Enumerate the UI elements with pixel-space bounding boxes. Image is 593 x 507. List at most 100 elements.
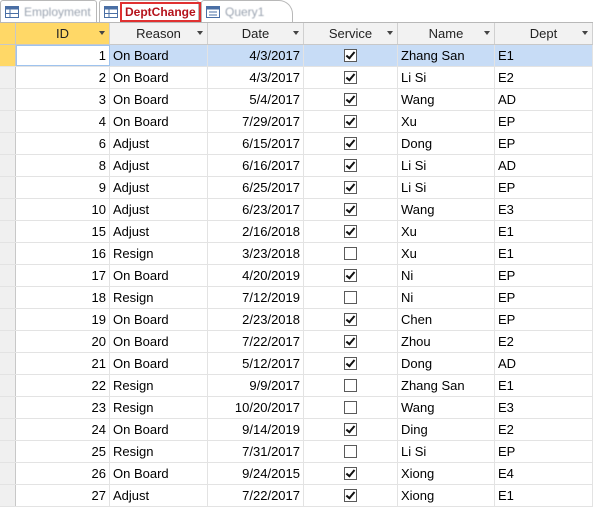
column-dropdown-icon[interactable] (197, 31, 203, 35)
cell-date[interactable]: 2/16/2018 (208, 221, 304, 242)
table-row[interactable]: 27 Adjust 7/22/2017 Xiong E1 (0, 485, 593, 507)
cell-name[interactable]: Xu (398, 221, 495, 242)
cell-reason[interactable]: On Board (110, 89, 208, 110)
cell-service[interactable] (304, 221, 398, 242)
cell-id[interactable]: 16 (16, 243, 110, 264)
service-checkbox[interactable] (344, 423, 357, 437)
cell-id[interactable]: 17 (16, 265, 110, 286)
cell-date[interactable]: 7/12/2019 (208, 287, 304, 308)
cell-reason[interactable]: Resign (110, 397, 208, 418)
cell-date[interactable]: 4/20/2019 (208, 265, 304, 286)
cell-dept[interactable]: E3 (495, 199, 593, 220)
record-selector[interactable] (0, 155, 16, 176)
cell-reason[interactable]: Resign (110, 441, 208, 462)
cell-service[interactable] (304, 441, 398, 462)
cell-service[interactable] (304, 133, 398, 154)
cell-service[interactable] (304, 111, 398, 132)
cell-dept[interactable]: AD (495, 353, 593, 374)
record-selector[interactable] (0, 309, 16, 330)
cell-reason[interactable]: Resign (110, 287, 208, 308)
service-checkbox[interactable] (344, 269, 357, 283)
cell-name[interactable]: Li Si (398, 177, 495, 198)
record-selector[interactable] (0, 199, 16, 220)
cell-name[interactable]: Xiong (398, 485, 495, 506)
record-selector[interactable] (0, 243, 16, 264)
record-selector[interactable] (0, 133, 16, 154)
table-row[interactable]: 25 Resign 7/31/2017 Li Si EP (0, 441, 593, 463)
cell-name[interactable]: Li Si (398, 67, 495, 88)
cell-id[interactable]: 20 (16, 331, 110, 352)
column-header-reason[interactable]: Reason (110, 23, 208, 44)
cell-date[interactable]: 6/25/2017 (208, 177, 304, 198)
cell-id[interactable]: 2 (16, 67, 110, 88)
table-row[interactable]: 1 On Board 4/3/2017 Zhang San E1 (0, 45, 593, 67)
cell-name[interactable]: Ni (398, 287, 495, 308)
cell-date[interactable]: 2/23/2018 (208, 309, 304, 330)
cell-dept[interactable]: E2 (495, 331, 593, 352)
cell-service[interactable] (304, 485, 398, 506)
cell-dept[interactable]: EP (495, 309, 593, 330)
cell-date[interactable]: 9/14/2019 (208, 419, 304, 440)
column-header-name[interactable]: Name (398, 23, 495, 44)
record-selector[interactable] (0, 463, 16, 484)
cell-reason[interactable]: On Board (110, 67, 208, 88)
cell-date[interactable]: 6/23/2017 (208, 199, 304, 220)
column-dropdown-icon[interactable] (99, 31, 105, 35)
cell-service[interactable] (304, 243, 398, 264)
cell-dept[interactable]: E1 (495, 243, 593, 264)
cell-dept[interactable]: EP (495, 441, 593, 462)
cell-name[interactable]: Li Si (398, 155, 495, 176)
cell-dept[interactable]: EP (495, 287, 593, 308)
cell-date[interactable]: 7/22/2017 (208, 331, 304, 352)
cell-date[interactable]: 5/12/2017 (208, 353, 304, 374)
table-row[interactable]: 23 Resign 10/20/2017 Wang E3 (0, 397, 593, 419)
cell-dept[interactable]: EP (495, 265, 593, 286)
record-selector[interactable] (0, 397, 16, 418)
record-selector[interactable] (0, 45, 16, 66)
cell-id[interactable]: 24 (16, 419, 110, 440)
cell-id[interactable]: 25 (16, 441, 110, 462)
record-selector[interactable] (0, 89, 16, 110)
table-row[interactable]: 26 On Board 9/24/2015 Xiong E4 (0, 463, 593, 485)
cell-reason[interactable]: On Board (110, 419, 208, 440)
service-checkbox[interactable] (344, 137, 357, 151)
service-checkbox[interactable] (344, 247, 357, 261)
cell-id[interactable]: 26 (16, 463, 110, 484)
service-checkbox[interactable] (344, 445, 357, 459)
table-row[interactable]: 16 Resign 3/23/2018 Xu E1 (0, 243, 593, 265)
service-checkbox[interactable] (344, 203, 357, 217)
record-selector[interactable] (0, 67, 16, 88)
table-row[interactable]: 15 Adjust 2/16/2018 Xu E1 (0, 221, 593, 243)
cell-service[interactable] (304, 331, 398, 352)
table-row[interactable]: 9 Adjust 6/25/2017 Li Si EP (0, 177, 593, 199)
cell-name[interactable]: Zhang San (398, 45, 495, 66)
select-all-corner[interactable] (0, 23, 16, 44)
cell-id[interactable]: 27 (16, 485, 110, 506)
cell-service[interactable] (304, 199, 398, 220)
service-checkbox[interactable] (344, 467, 357, 481)
cell-id[interactable]: 23 (16, 397, 110, 418)
cell-name[interactable]: Ni (398, 265, 495, 286)
table-row[interactable]: 3 On Board 5/4/2017 Wang AD (0, 89, 593, 111)
cell-reason[interactable]: Adjust (110, 133, 208, 154)
service-checkbox[interactable] (344, 489, 357, 503)
cell-id[interactable]: 9 (16, 177, 110, 198)
cell-service[interactable] (304, 309, 398, 330)
cell-name[interactable]: Wang (398, 397, 495, 418)
cell-reason[interactable]: Resign (110, 375, 208, 396)
cell-dept[interactable]: EP (495, 177, 593, 198)
table-row[interactable]: 22 Resign 9/9/2017 Zhang San E1 (0, 375, 593, 397)
cell-dept[interactable]: AD (495, 89, 593, 110)
cell-date[interactable]: 7/29/2017 (208, 111, 304, 132)
column-header-dept[interactable]: Dept (495, 23, 593, 44)
cell-date[interactable]: 9/24/2015 (208, 463, 304, 484)
cell-id[interactable]: 10 (16, 199, 110, 220)
service-checkbox[interactable] (344, 335, 357, 349)
column-dropdown-icon[interactable] (387, 31, 393, 35)
cell-name[interactable]: Dong (398, 133, 495, 154)
service-checkbox[interactable] (344, 159, 357, 173)
cell-name[interactable]: Zhou (398, 331, 495, 352)
record-selector[interactable] (0, 353, 16, 374)
table-row[interactable]: 20 On Board 7/22/2017 Zhou E2 (0, 331, 593, 353)
cell-dept[interactable]: EP (495, 111, 593, 132)
